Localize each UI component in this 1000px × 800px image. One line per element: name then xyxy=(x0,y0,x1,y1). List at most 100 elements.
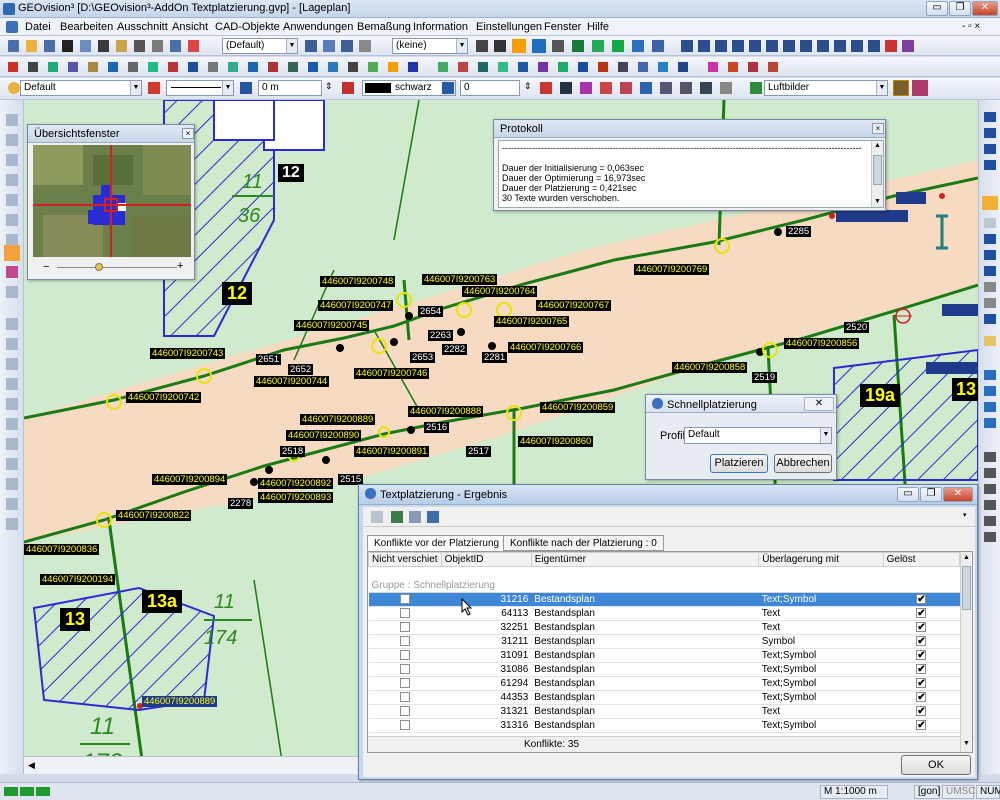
toolbar-chevron-icon[interactable]: ▾ xyxy=(963,511,967,519)
result-close-button[interactable]: ✕ xyxy=(943,487,973,502)
linewidth-spinner[interactable]: ⇕ xyxy=(325,81,333,92)
protokoll-scrollbar[interactable]: ▲ ▼ xyxy=(871,141,883,207)
row-checkbox[interactable] xyxy=(399,692,410,703)
row-checkbox[interactable] xyxy=(399,650,410,661)
select-icon[interactable] xyxy=(391,511,403,523)
number-spinner[interactable]: ⇕ xyxy=(524,81,532,92)
menu-bearbeiten[interactable]: Bearbeiten xyxy=(60,21,113,33)
menu-ansicht[interactable]: Ansicht xyxy=(172,21,208,33)
zoom-out-icon[interactable]: − xyxy=(43,261,49,273)
row-checkbox[interactable] xyxy=(399,622,410,633)
color-picker-icon[interactable] xyxy=(342,82,354,94)
overview-aerial-image[interactable] xyxy=(33,145,191,257)
scroll-left-icon[interactable]: ◀ xyxy=(28,760,35,771)
refresh-icon[interactable] xyxy=(371,511,383,523)
linetype-settings-icon[interactable] xyxy=(240,82,252,94)
row-checkbox[interactable] xyxy=(399,678,410,689)
menu-ausschnitt[interactable]: Ausschnitt xyxy=(117,21,168,33)
image-settings-button[interactable] xyxy=(893,80,909,96)
child-window-controls[interactable]: - ▫ × xyxy=(962,21,980,32)
menu-datei[interactable]: Datei xyxy=(25,21,51,33)
scroll-thumb[interactable] xyxy=(873,155,882,185)
color-settings-icon[interactable] xyxy=(442,82,454,94)
table-row[interactable]: 64113 Bestandsplan Text ✔ xyxy=(368,606,960,621)
solved-checkbox[interactable]: ✔ xyxy=(916,622,927,633)
col-header[interactable]: Überlagerung mit xyxy=(758,552,884,567)
table-row[interactable]: 31321 Bestandsplan Text ✔ xyxy=(368,704,960,719)
menu-einstellungen[interactable]: Einstellungen xyxy=(476,21,542,33)
table-row[interactable]: 31086 Bestandsplan Text;Symbol ✔ xyxy=(368,662,960,677)
scroll-thumb[interactable] xyxy=(962,566,971,610)
style-settings-icon[interactable] xyxy=(148,82,160,94)
toolbar-drawing-icons[interactable] xyxy=(8,60,828,74)
scale-combo[interactable]: (Default) ▼ xyxy=(222,38,298,54)
row-checkbox[interactable] xyxy=(399,636,410,647)
number-field[interactable]: 0 xyxy=(460,80,520,96)
left-toolbar-icons[interactable] xyxy=(0,100,24,774)
col-header[interactable]: Gelöst xyxy=(882,552,961,567)
style-combo[interactable]: Default ▼ xyxy=(20,80,142,96)
zoom-in-icon[interactable]: + xyxy=(177,260,183,272)
schnell-close-button[interactable]: ✕ xyxy=(804,397,834,411)
menu-hilfe[interactable]: Hilfe xyxy=(587,21,609,33)
col-header[interactable]: ObjektID xyxy=(440,552,532,567)
solved-checkbox[interactable]: ✔ xyxy=(916,608,927,619)
menu-fenster[interactable]: Fenster xyxy=(544,21,581,33)
solved-checkbox[interactable]: ✔ xyxy=(916,664,927,675)
solved-checkbox[interactable]: ✔ xyxy=(916,678,927,689)
layer-combo[interactable]: (keine) ▼ xyxy=(392,38,468,54)
result-minimize-button[interactable]: ▭ xyxy=(897,487,919,502)
table-row[interactable]: 31211 Bestandsplan Symbol ✔ xyxy=(368,634,960,649)
linetype-combo[interactable]: ▼ xyxy=(166,80,234,96)
scroll-down-icon[interactable]: ▼ xyxy=(963,740,970,747)
solved-checkbox[interactable]: ✔ xyxy=(916,692,927,703)
platzieren-button[interactable]: Platzieren xyxy=(710,454,768,473)
menu-information[interactable]: Information xyxy=(413,21,468,33)
row-checkbox[interactable] xyxy=(399,608,410,619)
col-header[interactable]: Eigentümer xyxy=(530,552,760,567)
tab-before[interactable]: Konflikte vor der Platzierung : 35 xyxy=(367,535,526,551)
image-toggle-button[interactable] xyxy=(912,80,928,96)
table-row[interactable]: 31216 Bestandsplan Text;Symbol ✔ xyxy=(368,592,960,607)
table-row[interactable]: 31091 Bestandsplan Text;Symbol ✔ xyxy=(368,648,960,663)
solved-checkbox[interactable]: ✔ xyxy=(916,594,927,605)
table-scrollbar[interactable]: ▲ ▼ xyxy=(960,552,972,752)
restore-button[interactable]: ❐ xyxy=(949,1,971,16)
toolbar-layer-icons[interactable] xyxy=(305,39,385,53)
row-checkbox[interactable] xyxy=(399,594,410,605)
table-row[interactable]: 44353 Bestandsplan Text;Symbol ✔ xyxy=(368,690,960,705)
toolbar-main-icons[interactable] xyxy=(8,39,208,53)
col-header[interactable]: Nicht verschiet xyxy=(368,552,442,567)
scroll-up-icon[interactable]: ▲ xyxy=(874,141,881,151)
zoom-slider-thumb[interactable] xyxy=(95,263,103,271)
row-checkbox[interactable] xyxy=(399,720,410,731)
toolbar-tools-icons[interactable] xyxy=(476,39,976,53)
close-button[interactable]: ✕ xyxy=(972,1,998,16)
overview-close-button[interactable]: × xyxy=(182,128,194,139)
protokoll-log[interactable]: ----------------------------------------… xyxy=(498,140,884,208)
protokoll-close-button[interactable]: × xyxy=(872,123,884,134)
linewidth-field[interactable]: 0 m xyxy=(258,80,322,96)
result-maximize-button[interactable]: ❐ xyxy=(920,487,942,502)
row-checkbox[interactable] xyxy=(399,706,410,717)
tab-after[interactable]: Konflikte nach der Platzierung : 0 xyxy=(503,535,664,551)
profil-combo[interactable]: Default ▼ xyxy=(684,427,832,444)
toolbar-symbol-icons[interactable] xyxy=(540,82,740,96)
abbrechen-button[interactable]: Abbrechen xyxy=(774,454,832,473)
minimize-button[interactable]: ▭ xyxy=(926,1,948,16)
right-toolbar-icons[interactable] xyxy=(979,100,1000,774)
deselect-icon[interactable] xyxy=(409,511,421,523)
table-row[interactable]: 61294 Bestandsplan Text;Symbol ✔ xyxy=(368,676,960,691)
menu-bemassung[interactable]: Bemaßung xyxy=(357,21,411,33)
zoom-slider-track[interactable] xyxy=(57,267,177,268)
solved-checkbox[interactable]: ✔ xyxy=(916,650,927,661)
row-checkbox[interactable] xyxy=(399,664,410,675)
ok-button[interactable]: OK xyxy=(901,755,971,775)
solved-checkbox[interactable]: ✔ xyxy=(916,706,927,717)
menu-cad-objekte[interactable]: CAD-Objekte xyxy=(215,21,280,33)
solved-checkbox[interactable]: ✔ xyxy=(916,636,927,647)
scroll-up-icon[interactable]: ▲ xyxy=(963,554,970,561)
table-row[interactable]: 31316 Bestandsplan Text;Symbol ✔ xyxy=(368,718,960,733)
menu-anwendungen[interactable]: Anwendungen xyxy=(283,21,353,33)
zoom-to-icon[interactable] xyxy=(427,511,439,523)
